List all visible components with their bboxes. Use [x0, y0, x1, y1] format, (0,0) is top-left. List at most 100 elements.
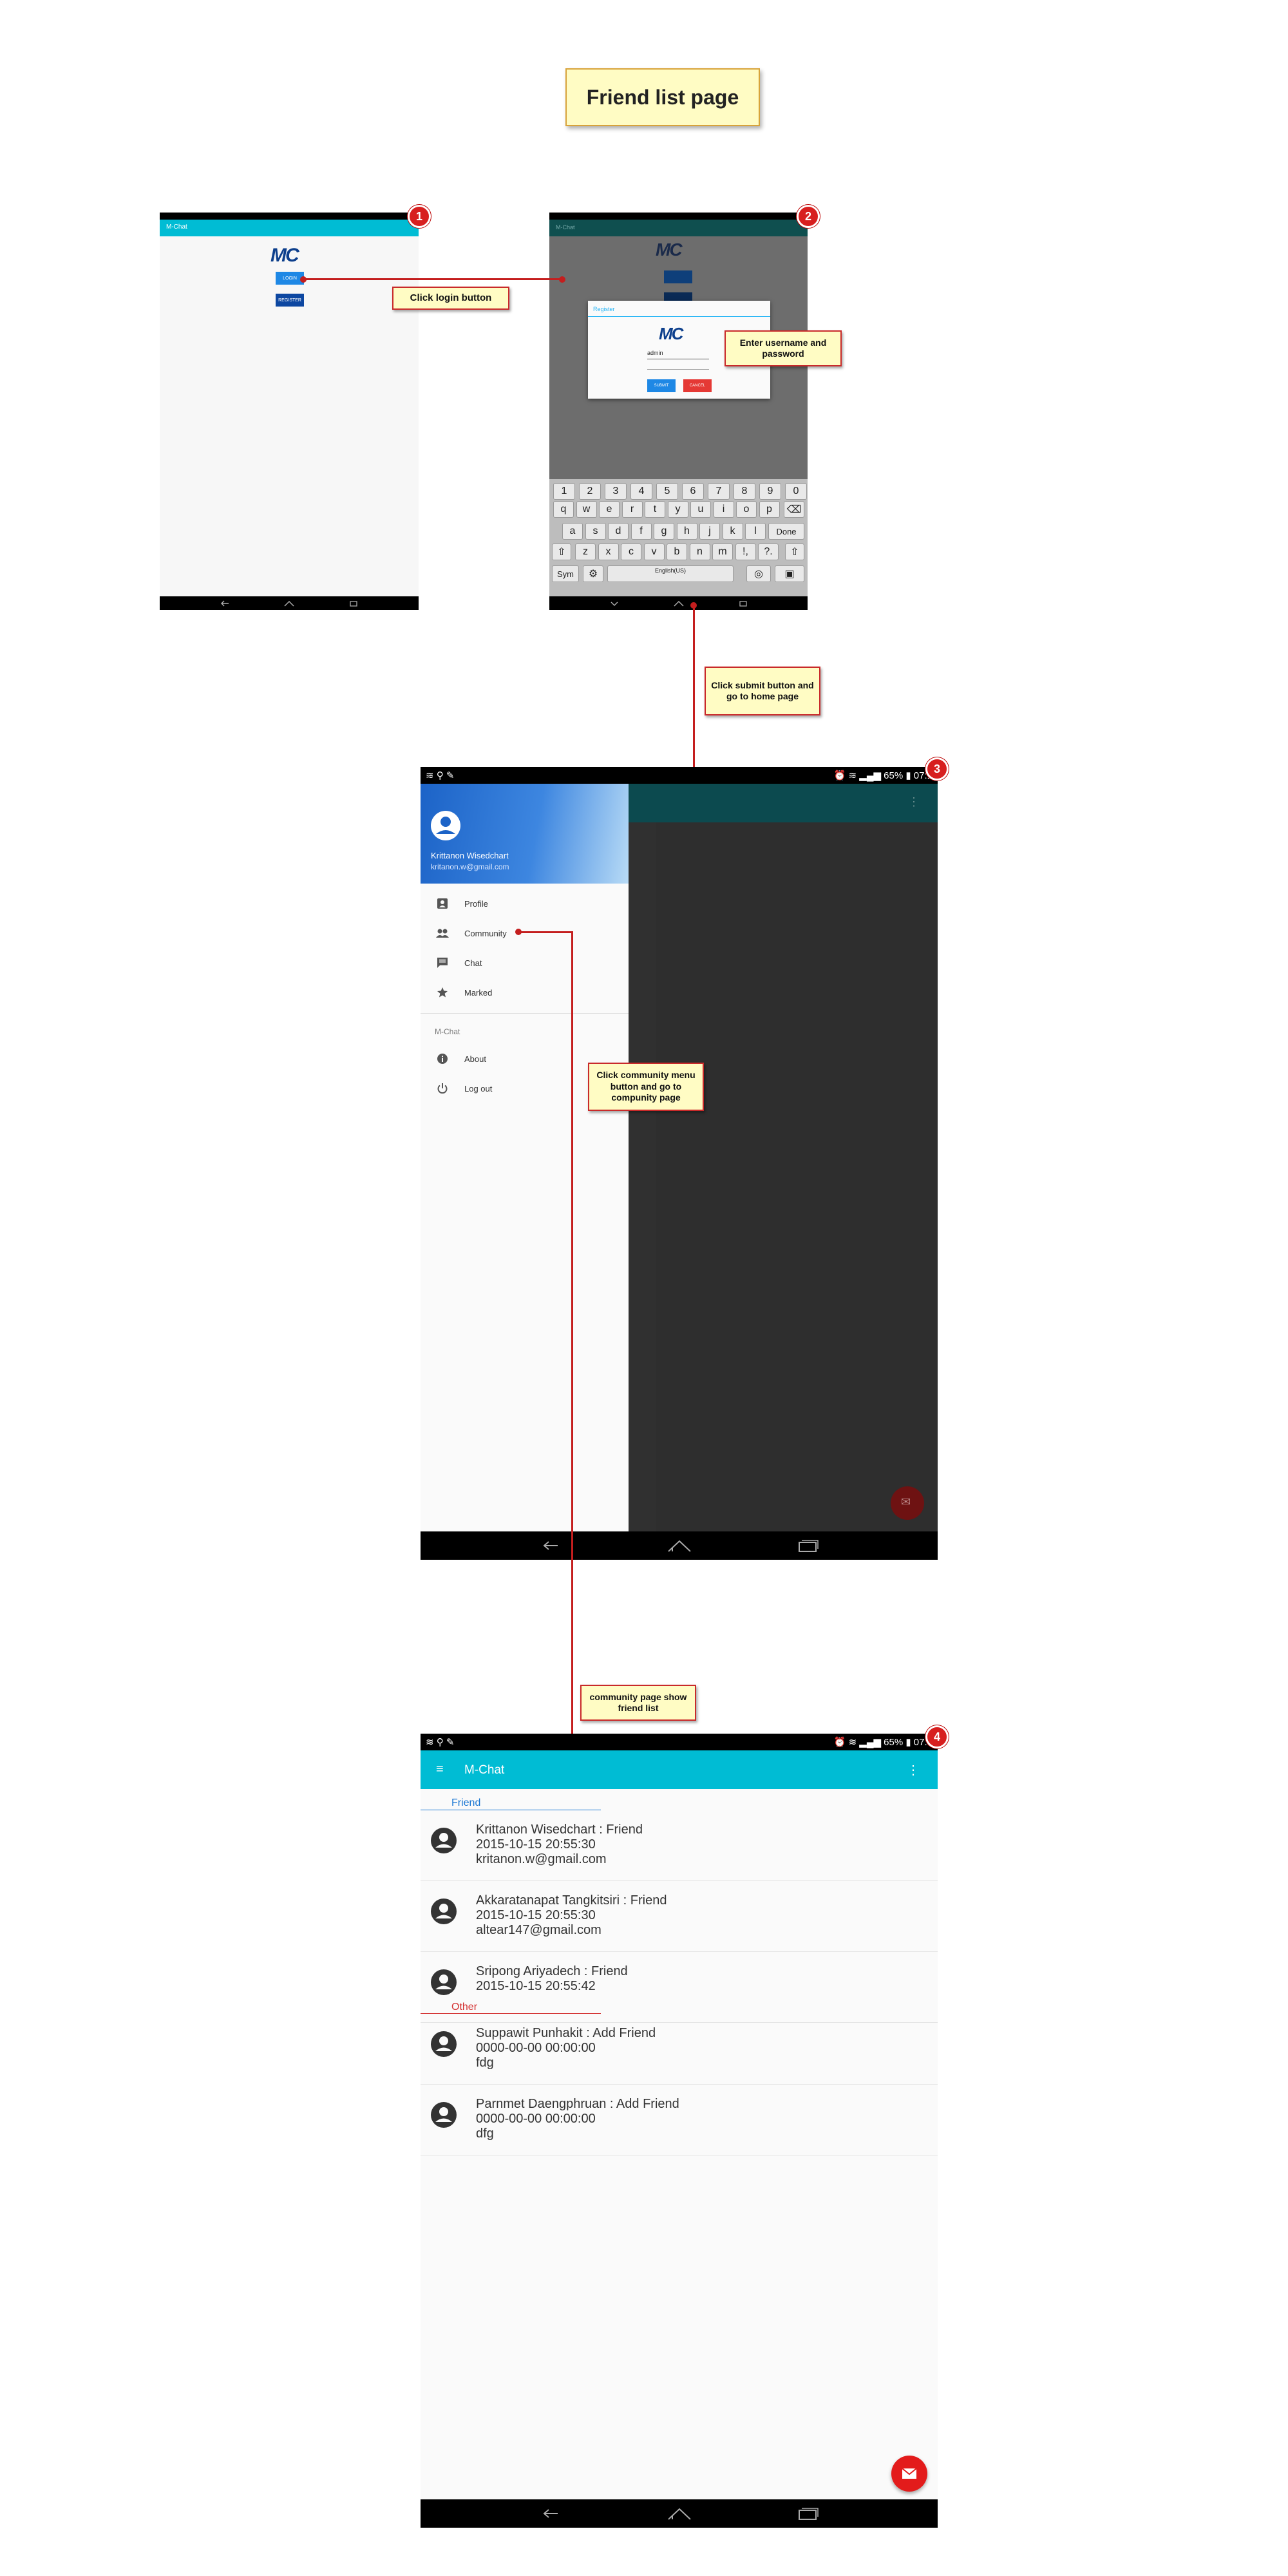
backspace-key[interactable]: ⌫	[784, 501, 804, 518]
key-l[interactable]: l	[745, 523, 766, 540]
key-o[interactable]: o	[736, 501, 757, 518]
power-icon	[421, 1083, 464, 1094]
recents-icon[interactable]	[744, 2506, 873, 2521]
cancel-button[interactable]: CANCEL	[683, 379, 712, 392]
logo: MC	[270, 245, 299, 266]
app-title: M-Chat	[556, 224, 575, 231]
home-icon[interactable]	[615, 2506, 744, 2521]
username-field[interactable]: admin	[647, 350, 709, 359]
key-n[interactable]: n	[689, 544, 710, 560]
drawer-divider	[421, 1013, 629, 1014]
key-pp[interactable]: !,	[735, 544, 756, 560]
sym-key[interactable]: Sym	[552, 565, 579, 582]
key-d[interactable]: d	[608, 523, 629, 540]
hamburger-icon[interactable]: ≡	[436, 1762, 444, 1777]
recents-icon[interactable]	[711, 600, 775, 607]
key-t[interactable]: t	[645, 501, 665, 518]
space-key[interactable]: English(US)	[607, 565, 734, 582]
settings-key[interactable]: ⚙	[583, 565, 603, 582]
key-0[interactable]: 0	[785, 483, 807, 500]
key-pp[interactable]: ?.	[758, 544, 779, 560]
connector-login	[303, 278, 563, 280]
contact-email: fdg	[476, 2056, 494, 2070]
list-item[interactable]: Parnmet Daengphruan : Add Friend 0000-00-…	[421, 2084, 938, 2155]
key-2[interactable]: 2	[579, 483, 601, 500]
status-left-icons: ≋ ⚲ ✎	[426, 1737, 455, 1748]
page-title: Friend list page	[565, 68, 760, 126]
screen-community: ≋ ⚲ ✎ ⏰ ≋ ▂▄▆ 65% ▮ 07:1 ≡ M-Chat ⋮ Frie…	[421, 1734, 938, 2528]
content-scrim	[656, 822, 938, 1531]
key-f[interactable]: f	[630, 523, 652, 540]
key-3[interactable]: 3	[605, 483, 627, 500]
list-item[interactable]: Suppawit Punhakit : Add Friend 0000-00-00…	[421, 2013, 938, 2085]
key-4[interactable]: 4	[630, 483, 652, 500]
shift-key-left[interactable]: ⇧	[552, 544, 571, 560]
key-z[interactable]: z	[575, 544, 596, 560]
list-item[interactable]: Krittanon Wisedchart : Friend 2015-10-15 …	[421, 1810, 938, 1881]
key-g[interactable]: g	[654, 523, 674, 540]
key-m[interactable]: m	[712, 544, 733, 560]
key-s[interactable]: s	[585, 523, 606, 540]
key-y[interactable]: y	[667, 501, 688, 518]
key-b[interactable]: b	[667, 544, 687, 560]
username-value: admin	[647, 350, 663, 356]
submit-button[interactable]: SUBMIT	[647, 379, 676, 392]
contact-date: 2015-10-15 20:55:30	[476, 1837, 596, 1852]
contact-name: Krittanon Wisedchart : Friend	[476, 1823, 643, 1837]
back-icon[interactable]	[486, 2507, 615, 2520]
key-v[interactable]: v	[643, 544, 665, 560]
key-a[interactable]: a	[562, 523, 583, 540]
globe-key[interactable]: ◎	[746, 565, 771, 582]
list-item[interactable]: Akkaratanapat Tangkitsiri : Friend 2015-1…	[421, 1880, 938, 1952]
step-badge-2: 2	[797, 205, 820, 228]
key-i[interactable]: i	[713, 501, 734, 518]
chat-icon	[421, 957, 464, 969]
key-9[interactable]: 9	[759, 483, 781, 500]
nav-bar	[421, 2499, 938, 2528]
compose-fab[interactable]	[891, 2456, 927, 2492]
home-icon[interactable]	[257, 600, 321, 607]
register-button[interactable]: REGISTER	[276, 294, 304, 307]
recents-icon[interactable]	[744, 1539, 873, 1553]
back-icon[interactable]	[193, 600, 257, 607]
key-7[interactable]: 7	[708, 483, 730, 500]
register-button-label: REGISTER	[278, 298, 301, 303]
key-6[interactable]: 6	[682, 483, 704, 500]
drawer-item-community[interactable]: Community	[421, 918, 629, 948]
back-icon[interactable]	[486, 1539, 615, 1552]
key-8[interactable]: 8	[734, 483, 755, 500]
key-k[interactable]: k	[722, 523, 743, 540]
key-1[interactable]: 1	[553, 483, 575, 500]
drawer-item-profile[interactable]: Profile	[421, 889, 629, 918]
key-q[interactable]: q	[553, 501, 574, 518]
key-w[interactable]: w	[576, 501, 597, 518]
done-key[interactable]: Done	[768, 523, 804, 540]
drawer-user-email: kritanon.w@gmail.com	[431, 862, 509, 871]
key-u[interactable]: u	[690, 501, 711, 518]
drawer-item-chat[interactable]: Chat	[421, 948, 629, 978]
password-field[interactable]	[647, 361, 709, 370]
home-icon[interactable]	[647, 600, 711, 607]
recents-icon[interactable]	[321, 600, 386, 607]
more-vert-icon[interactable]: ⋮	[907, 1762, 920, 1778]
contact-email: kritanon.w@gmail.com	[476, 1852, 607, 1866]
drawer-item-marked[interactable]: Marked	[421, 978, 629, 1007]
key-c[interactable]: c	[621, 544, 641, 560]
drawer-user-name: Krittanon Wisedchart	[431, 851, 509, 860]
home-icon[interactable]	[615, 1539, 744, 1553]
key-x[interactable]: x	[598, 544, 619, 560]
clipboard-key[interactable]: ▣	[775, 565, 804, 582]
contact-date: 2015-10-15 20:55:42	[476, 1979, 596, 1993]
key-5[interactable]: 5	[656, 483, 678, 500]
step-badge-4: 4	[925, 1725, 949, 1748]
key-h[interactable]: h	[676, 523, 697, 540]
key-e[interactable]: e	[599, 501, 620, 518]
key-r[interactable]: r	[621, 501, 643, 518]
shift-key-right[interactable]: ⇧	[785, 544, 804, 560]
mail-icon: ✉	[901, 1495, 911, 1508]
back-icon[interactable]	[582, 600, 647, 607]
connector-submit	[693, 605, 695, 770]
soft-keyboard: 1234567890 qwertyuiop asdfghjkl z x c v b n m!…	[549, 479, 808, 596]
key-j[interactable]: j	[699, 523, 720, 540]
key-p[interactable]: p	[759, 501, 780, 518]
